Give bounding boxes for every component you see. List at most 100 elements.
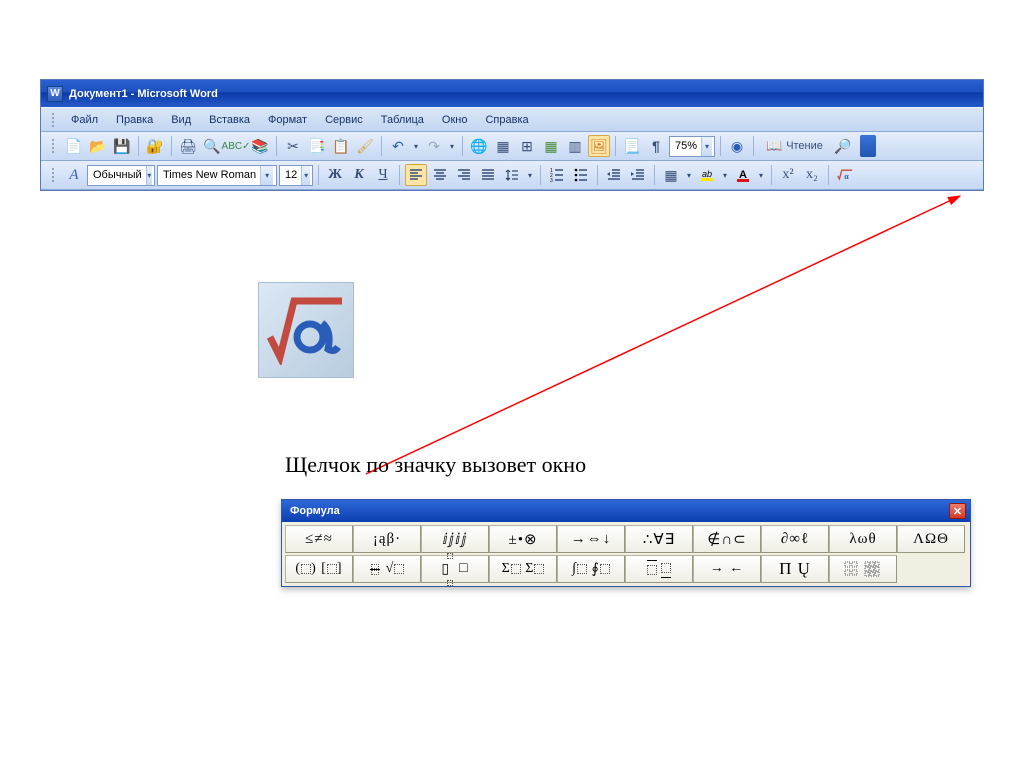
font-size-dropdown[interactable]: 12 ▾ [279,165,313,186]
labeled-arrow-button[interactable]: → ← [693,555,761,583]
show-pilcrow-icon[interactable]: ¶ [645,135,667,157]
word-app-icon: W [47,86,63,102]
tables-borders-icon[interactable]: ▦ [492,135,514,157]
font-value: Times New Roman [163,169,256,181]
bulleted-list-icon[interactable] [570,164,592,186]
misc-symbols-button[interactable]: ∂∞ℓ [761,525,829,553]
font-dropdown[interactable]: Times New Roman ▾ [157,165,277,186]
menu-window[interactable]: Окно [434,111,476,129]
toolbar-grip[interactable] [51,167,57,183]
fraction-radical-button[interactable]: √ [353,555,421,583]
word-window: W Документ1 - Microsoft Word Файл Правка… [40,79,984,191]
reading-layout-button[interactable]: 📖 Чтение [759,135,830,157]
open-icon[interactable]: 📂 [87,135,109,157]
titlebar: W Документ1 - Microsoft Word [41,80,983,107]
copy-icon[interactable]: 📑 [306,135,328,157]
style-dropdown[interactable]: Обычный ▾ [87,165,155,186]
new-doc-icon[interactable]: 📄 [63,135,85,157]
format-painter-icon[interactable]: 🖌 [354,135,376,157]
zoom-dropdown[interactable]: 75% ▾ [669,136,715,157]
toolbar-grip[interactable] [51,138,57,154]
menu-table[interactable]: Таблица [373,111,432,129]
undo-dropdown-icon[interactable]: ▾ [411,135,421,157]
numbered-list-icon[interactable]: 123 [546,164,568,186]
fence-templates-button[interactable]: () [] [285,555,353,583]
summation-templates-button[interactable]: Σ Σ [489,555,557,583]
italic-button[interactable]: К [348,164,370,186]
logical-symbols-button[interactable]: ∴∀∃ [625,525,693,553]
embellishments-button[interactable]: ⅈⅉⅈⅉ [421,525,489,553]
formula-titlebar[interactable]: Формула ✕ [282,500,970,522]
spaces-ellipses-button[interactable]: ¡ąβ· [353,525,421,553]
highlight-icon[interactable]: ab [696,164,718,186]
research-icon[interactable]: 📚 [249,135,271,157]
separator [597,165,598,185]
toolbar-options-icon[interactable] [860,135,876,157]
menu-format[interactable]: Формат [260,111,315,129]
formula-title-label: Формула [290,505,340,517]
paste-icon[interactable]: 📋 [330,135,352,157]
hyperlink-icon[interactable]: 🌐 [468,135,490,157]
doc-map-icon[interactable]: 📃 [621,135,643,157]
underline-button[interactable]: Ч [372,164,394,186]
close-icon[interactable]: ✕ [949,503,966,519]
print-preview-icon[interactable]: 🔍 [201,135,223,157]
drawing-icon[interactable]: 🖼 [588,135,610,157]
styles-pane-icon[interactable]: A [63,164,85,186]
help-icon[interactable]: ◉ [726,135,748,157]
matrix-templates-button[interactable] [829,555,897,583]
menu-view[interactable]: Вид [163,111,199,129]
caption-text: Щелчок по значку вызовет окно [285,452,586,478]
insert-excel-icon[interactable]: ▦ [540,135,562,157]
highlight-dropdown-icon[interactable]: ▾ [720,164,730,186]
menu-file[interactable]: Файл [63,111,106,129]
separator [720,136,721,156]
insert-table-icon[interactable]: ⊞ [516,135,538,157]
separator [138,136,139,156]
line-spacing-icon[interactable] [501,164,523,186]
decrease-indent-icon[interactable] [603,164,625,186]
sub-superscript-button[interactable]: ▯ □ [421,555,489,583]
cut-icon[interactable]: ✂ [282,135,304,157]
toolbar-grip[interactable] [51,112,57,128]
print-icon[interactable]: 🖨 [177,135,199,157]
permissions-icon[interactable]: 🔐 [144,135,166,157]
find-icon[interactable]: 🔎 [832,135,854,157]
separator [771,165,772,185]
font-color-icon[interactable]: A [732,164,754,186]
integral-templates-button[interactable]: ∫ ∮ [557,555,625,583]
save-icon[interactable]: 💾 [111,135,133,157]
separator [615,136,616,156]
menu-edit[interactable]: Правка [108,111,161,129]
align-center-icon[interactable] [429,164,451,186]
menu-service[interactable]: Сервис [317,111,371,129]
align-justify-icon[interactable] [477,164,499,186]
borders-icon[interactable]: ▦ [660,164,682,186]
menu-insert[interactable]: Вставка [201,111,258,129]
borders-dropdown-icon[interactable]: ▾ [684,164,694,186]
align-right-icon[interactable] [453,164,475,186]
relational-symbols-button[interactable]: ≤≠≈ [285,525,353,553]
bold-button[interactable]: Ж [324,164,346,186]
formatting-toolbar: A Обычный ▾ Times New Roman ▾ 12 ▾ Ж К Ч [41,161,983,190]
undo-icon[interactable]: ↶ [387,135,409,157]
increase-indent-icon[interactable] [627,164,649,186]
arrow-symbols-button[interactable]: →⇔↓ [557,525,625,553]
font-color-dropdown-icon[interactable]: ▾ [756,164,766,186]
spacing-dropdown-icon[interactable]: ▾ [525,164,535,186]
redo-dropdown-icon[interactable]: ▾ [447,135,457,157]
align-left-icon[interactable] [405,164,427,186]
columns-icon[interactable]: ▥ [564,135,586,157]
product-set-button[interactable]: Π Ų [761,555,829,583]
operator-symbols-button[interactable]: ±•⊗ [489,525,557,553]
underbar-overbar-button[interactable] [625,555,693,583]
set-theory-button[interactable]: ∉∩⊂ [693,525,761,553]
equation-button[interactable]: α [834,164,856,186]
spellcheck-icon[interactable]: ABC✓ [225,135,247,157]
lowercase-greek-button[interactable]: λωθ [829,525,897,553]
menu-help[interactable]: Справка [477,111,536,129]
uppercase-greek-button[interactable]: ΛΩΘ [897,525,965,553]
redo-icon[interactable]: ↷ [423,135,445,157]
subscript-button[interactable]: x₂ [801,164,823,186]
superscript-button[interactable]: x² [777,164,799,186]
